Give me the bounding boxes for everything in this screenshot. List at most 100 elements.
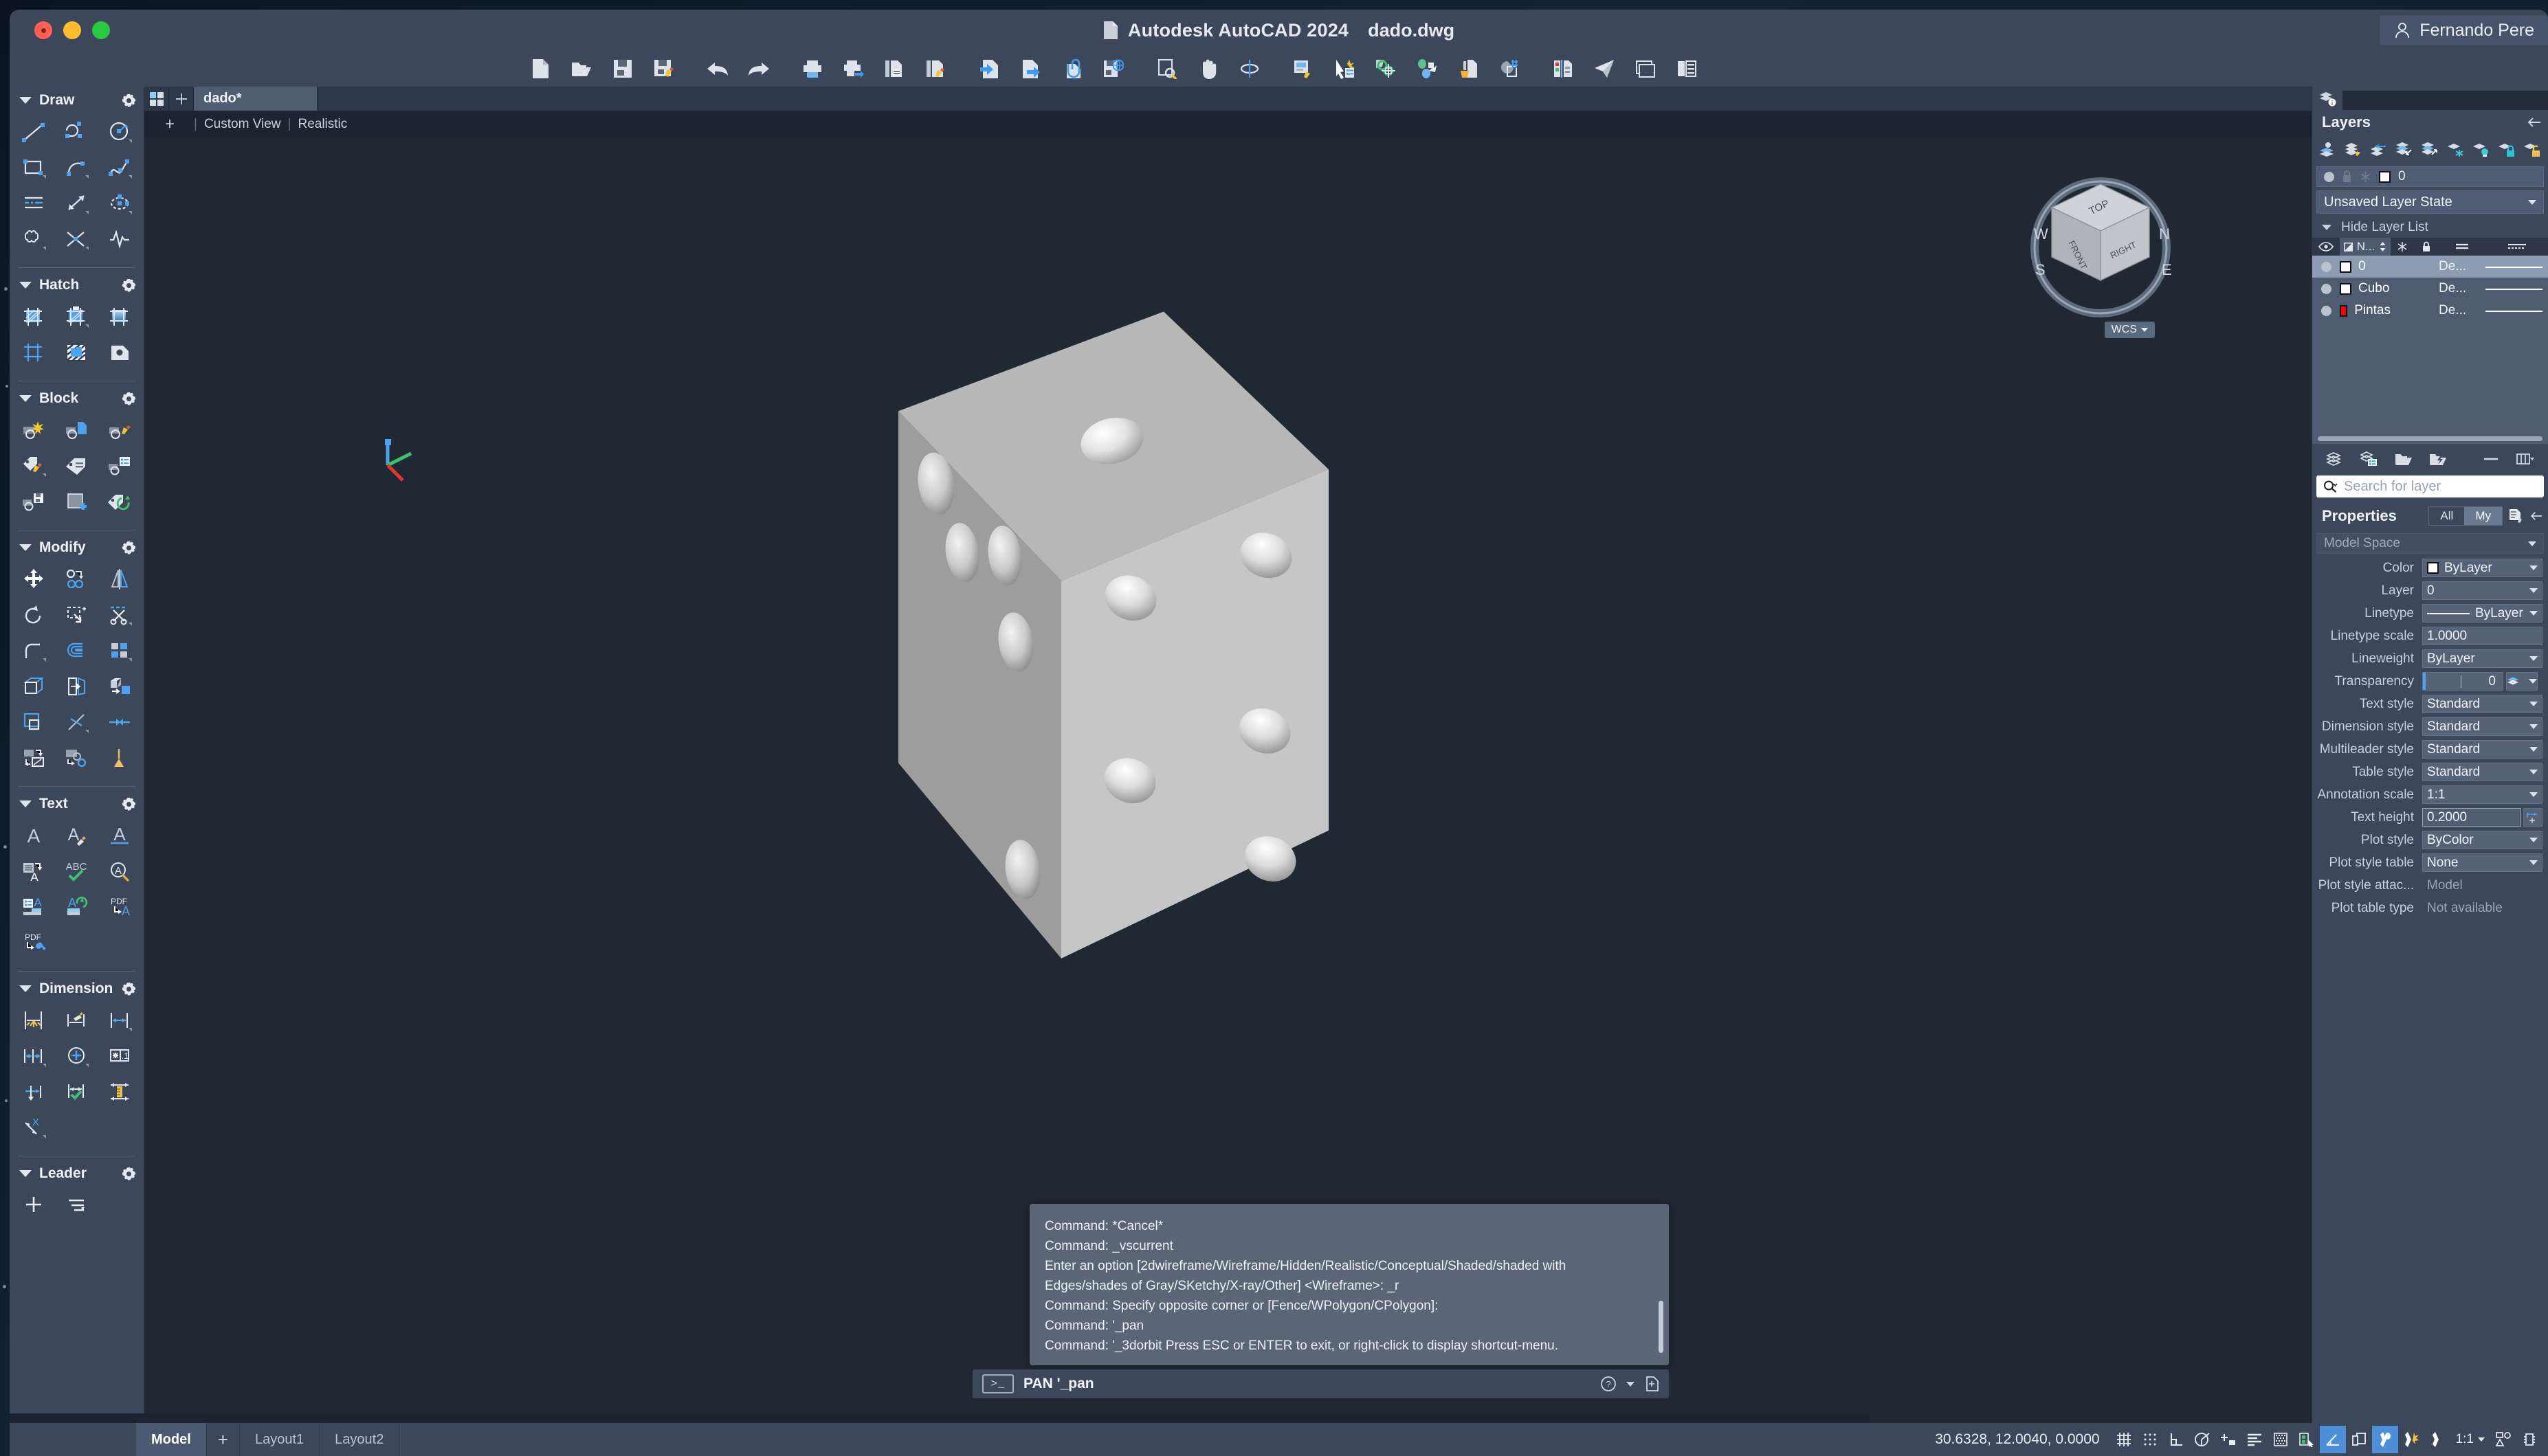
maximize-window-button[interactable] — [92, 21, 110, 39]
rotate-icon[interactable] — [12, 597, 55, 633]
block-editor-icon[interactable] — [98, 412, 141, 448]
column-plot[interactable] — [2439, 238, 2485, 256]
pan-icon[interactable] — [1193, 55, 1223, 82]
hide-layer-list-toggle[interactable]: Hide Layer List — [2312, 217, 2548, 238]
batch-plot-icon[interactable] — [880, 55, 910, 82]
drawing-tab-dado[interactable]: dado* — [194, 87, 318, 111]
table-row[interactable]: Cubo De... — [2312, 278, 2548, 300]
baseline-dimension-icon[interactable] — [12, 1038, 55, 1074]
chevron-down-icon[interactable] — [1626, 1381, 1635, 1387]
layer-properties-icon[interactable] — [2340, 137, 2366, 161]
unlock-layer-icon[interactable] — [2520, 137, 2545, 161]
collapse-left-icon[interactable] — [2530, 511, 2543, 521]
text-height-input[interactable]: 0.2000 — [2422, 808, 2521, 827]
property-value[interactable]: 0 — [2422, 581, 2543, 600]
palette-section-draw-header[interactable]: Draw — [10, 87, 144, 114]
page-setup-icon[interactable] — [921, 55, 951, 82]
object-snap-icon[interactable] — [1371, 55, 1401, 82]
view-cube[interactable]: N E S W TOP FRONT RIGHT — [2015, 165, 2186, 323]
xline-icon[interactable] — [55, 221, 98, 257]
chevron-down-icon[interactable] — [2529, 679, 2537, 684]
polar-tracking-icon[interactable] — [2189, 1426, 2215, 1453]
construction-line-icon[interactable] — [12, 186, 55, 221]
column-linetype[interactable] — [2485, 238, 2548, 256]
chevron-down-icon[interactable] — [2529, 860, 2538, 865]
layer-color-swatch[interactable] — [2379, 170, 2391, 183]
dynamic-input-icon[interactable] — [2346, 1426, 2372, 1453]
workspace-icon[interactable] — [2490, 1426, 2516, 1453]
explode-icon[interactable] — [12, 740, 55, 776]
save-web-icon[interactable] — [1098, 55, 1129, 82]
command-prompt-icon[interactable]: >_ — [982, 1374, 1014, 1393]
table-row[interactable]: 0 De... — [2312, 256, 2548, 278]
arc-icon[interactable] — [55, 150, 98, 186]
chevron-down-icon[interactable] — [2141, 328, 2148, 332]
chevron-down-icon[interactable] — [19, 395, 32, 402]
linear-dimension-icon[interactable] — [98, 1003, 141, 1038]
hardware-accel-icon[interactable] — [2516, 1426, 2543, 1453]
array-icon[interactable] — [98, 633, 141, 669]
property-row-lineweight[interactable]: Lineweight ByLayer — [2312, 647, 2545, 670]
annotation-scale-icon[interactable] — [2424, 1426, 2450, 1453]
properties-filter-all[interactable]: All — [2429, 507, 2464, 525]
save-icon[interactable] — [608, 55, 638, 82]
center-mark-icon[interactable] — [55, 1038, 98, 1074]
boundary-icon[interactable] — [12, 335, 55, 370]
layer-on-icon[interactable] — [2320, 261, 2331, 272]
new-layout-button[interactable]: + — [206, 1423, 240, 1456]
chevron-down-icon[interactable] — [2529, 770, 2538, 774]
chevron-down-icon[interactable] — [19, 800, 32, 807]
property-row-text-height[interactable]: Text height 0.2000 — [2312, 806, 2545, 829]
rectangle-icon[interactable] — [12, 150, 55, 186]
create-block-icon[interactable] — [55, 412, 98, 448]
chevron-down-icon[interactable] — [2478, 1437, 2485, 1442]
multiline-text-icon[interactable]: A — [12, 853, 55, 889]
chevron-down-icon[interactable] — [2529, 565, 2538, 570]
chevron-down-icon[interactable] — [2529, 838, 2538, 842]
previous-layer-icon[interactable] — [2366, 137, 2391, 161]
layer-state-combo[interactable]: Unsaved Layer State — [2316, 190, 2544, 214]
property-value[interactable]: ByColor — [2422, 831, 2543, 849]
transparency-slider[interactable]: 0 — [2422, 672, 2503, 691]
export-icon[interactable] — [1016, 55, 1046, 82]
viewport-controls-button[interactable]: + — [165, 116, 175, 133]
mirror-icon[interactable] — [98, 561, 141, 597]
palette-section-modify-header[interactable]: Modify — [10, 534, 144, 561]
property-row-multileader-style[interactable]: Multileader style Standard — [2312, 738, 2545, 761]
layer-manager-icon[interactable] — [1548, 55, 1578, 82]
properties-filter-segmented[interactable]: All My — [2428, 506, 2503, 526]
palette-section-dimension-header[interactable]: Dimension — [10, 975, 144, 1003]
align-leader-icon[interactable] — [55, 1187, 98, 1223]
property-value[interactable]: Standard — [2422, 740, 2543, 759]
grid-display-icon[interactable] — [2111, 1426, 2137, 1453]
scale-icon[interactable] — [55, 597, 98, 633]
property-value[interactable]: Standard — [2422, 695, 2543, 713]
new-file-icon[interactable] — [525, 55, 555, 82]
ortho-mode-icon[interactable] — [2163, 1426, 2189, 1453]
layer-color-swatch[interactable] — [2340, 260, 2351, 273]
hatch-icon[interactable] — [12, 299, 55, 335]
layer-search-box[interactable]: Search for layer — [2316, 475, 2544, 497]
chevron-down-icon[interactable] — [19, 97, 32, 104]
column-lock[interactable] — [2414, 238, 2439, 256]
gear-icon[interactable] — [122, 983, 135, 996]
chevron-down-icon[interactable] — [2528, 541, 2536, 546]
gear-icon[interactable] — [122, 392, 135, 405]
pick-text-height-button[interactable] — [2523, 808, 2543, 827]
chevron-down-icon[interactable] — [2529, 588, 2538, 593]
wcs-dropdown[interactable]: WCS — [2104, 322, 2155, 338]
chevron-down-icon[interactable] — [2529, 702, 2538, 706]
match-properties-icon[interactable] — [1412, 55, 1442, 82]
property-row-table-style[interactable]: Table style Standard — [2312, 761, 2545, 783]
gear-icon[interactable] — [122, 279, 135, 292]
define-attribute-icon[interactable] — [55, 448, 98, 484]
redo-icon[interactable] — [744, 55, 774, 82]
property-value[interactable]: 1.0000 — [2422, 627, 2543, 645]
palette-section-block-header[interactable]: Block — [10, 385, 144, 412]
property-row-plot-style[interactable]: Plot style ByColor — [2312, 829, 2545, 851]
snowflake-icon[interactable] — [2360, 171, 2371, 183]
property-row-plot-style-table[interactable]: Plot style table None — [2312, 851, 2545, 874]
solid-edit-icon[interactable] — [98, 669, 141, 704]
plot-preview-icon[interactable] — [839, 55, 869, 82]
layer-color-swatch[interactable] — [2340, 304, 2348, 317]
